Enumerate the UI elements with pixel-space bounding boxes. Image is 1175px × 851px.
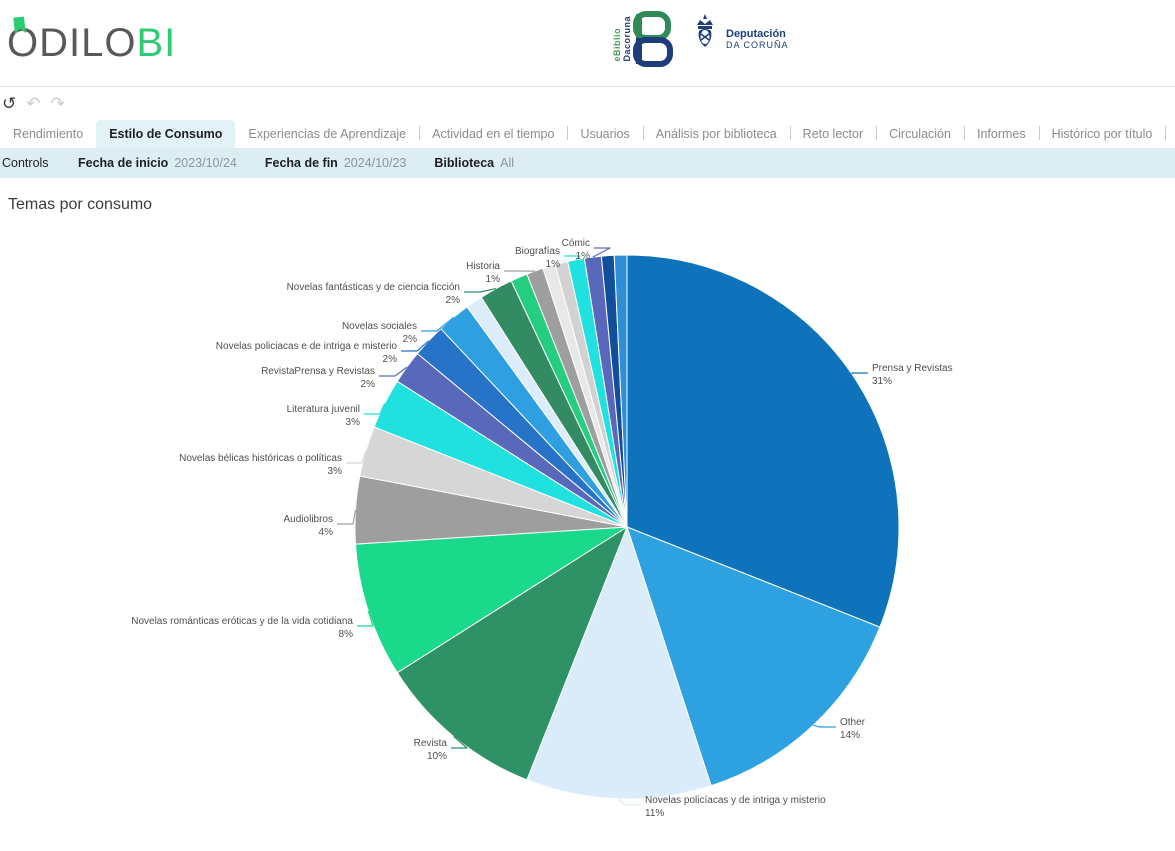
control-field-label: Fecha de inicio xyxy=(78,156,168,170)
slice-pct-label: 31% xyxy=(872,376,892,387)
tab-reto-lector[interactable]: Reto lector xyxy=(790,120,876,148)
slice-label: Novelas policíacas y de intriga y mister… xyxy=(645,795,826,806)
label-connector xyxy=(619,799,642,805)
slice-pct-label: 3% xyxy=(328,466,343,477)
dacoruna-label: Dacoruna xyxy=(622,16,632,62)
tab-informes[interactable]: Informes xyxy=(964,120,1039,148)
odilo-bi-logo: ODILOBI xyxy=(7,20,176,66)
control-field-fecha-de-fin[interactable]: Fecha de fin 2024/10/23 xyxy=(265,156,407,170)
slice-label: Novelas policiacas e de intriga e mister… xyxy=(216,341,398,352)
deputacion-logo: Deputación DA CORUÑA xyxy=(690,13,789,65)
app-header: ODILOBI eBiblio Dacoruna xyxy=(0,0,1175,87)
tab-hist-rico-por-t-tulo[interactable]: Histórico por título xyxy=(1039,120,1166,148)
control-field-value[interactable]: 2023/10/24 xyxy=(174,156,237,170)
slice-pct-label: 2% xyxy=(446,295,461,306)
slice-pct-label: 1% xyxy=(576,251,591,262)
tab-usuarios[interactable]: Usuarios xyxy=(567,120,642,148)
tab-estilo-de-consumo[interactable]: Estilo de Consumo xyxy=(96,120,235,148)
report-content: Temas por consumo Prensa y Revistas 31% Ot… xyxy=(0,178,1175,839)
partner-logos: eBiblio Dacoruna Deputación DA COR xyxy=(612,10,789,68)
ebiblio-b-icon xyxy=(632,10,676,68)
dacoruna-caps-label: DA CORUÑA xyxy=(726,40,789,51)
controls-title: Controls xyxy=(0,156,78,170)
slice-pct-label: 4% xyxy=(319,527,334,538)
undo-icon[interactable]: ↶ xyxy=(26,95,40,112)
deputacion-label: Deputación xyxy=(726,28,789,40)
control-field-biblioteca[interactable]: Biblioteca All xyxy=(434,156,514,170)
slice-pct-label: 8% xyxy=(339,629,354,640)
label-connector xyxy=(346,451,366,463)
slice-label: RevistaPrensa y Revistas xyxy=(261,366,375,377)
chart-title: Temas por consumo xyxy=(0,178,1175,214)
slice-label: Prensa y Revistas xyxy=(872,363,953,374)
label-connector xyxy=(852,373,868,374)
slice-pct-label: 1% xyxy=(486,274,501,285)
refresh-icon[interactable]: ↺ xyxy=(2,95,16,112)
slice-label: Novelas románticas eróticas y de la vida… xyxy=(131,616,353,627)
control-field-label: Fecha de fin xyxy=(265,156,338,170)
pie-chart: Prensa y Revistas 31% Other 14% Novelas poli… xyxy=(0,218,1175,839)
slice-pct-label: 2% xyxy=(383,354,398,365)
deputacion-crest-icon xyxy=(690,13,720,65)
control-field-fecha-de-inicio[interactable]: Fecha de inicio 2023/10/24 xyxy=(78,156,237,170)
tab-rendimiento[interactable]: Rendimiento xyxy=(0,120,96,148)
control-field-value[interactable]: 2024/10/23 xyxy=(344,156,407,170)
slice-label: Other xyxy=(840,717,866,728)
tab-bar: RendimientoEstilo de ConsumoExperiencias… xyxy=(0,120,1175,148)
slice-label: Cómic xyxy=(562,238,590,249)
ebiblio-logo: eBiblio Dacoruna xyxy=(612,10,676,68)
slice-label: Audiolibros xyxy=(284,514,333,525)
tab-an-lisis-por-biblioteca[interactable]: Análisis por biblioteca xyxy=(643,120,790,148)
label-connector xyxy=(337,510,356,524)
slice-label: Revista xyxy=(414,738,448,749)
control-field-label: Biblioteca xyxy=(434,156,494,170)
slice-label: Novelas bélicas históricas o políticas xyxy=(179,453,342,464)
slice-pct-label: 14% xyxy=(840,730,860,741)
slice-label: Biografías xyxy=(515,246,560,257)
slice-pct-label: 11% xyxy=(645,808,664,819)
ebiblio-label: eBiblio xyxy=(612,16,622,62)
logo-accent-text: BI xyxy=(136,21,176,65)
slice-label: Novelas sociales xyxy=(342,321,417,332)
logo-main-text: ODILO xyxy=(7,21,136,65)
toolbar: ↺ ↶ ↷ xyxy=(0,87,1175,120)
slice-label: Literatura juvenil xyxy=(287,404,360,415)
controls-bar: Controls Fecha de inicio2023/10/24Fecha … xyxy=(0,148,1175,178)
label-connector xyxy=(813,725,836,727)
tab-actividad-en-el-tiempo[interactable]: Actividad en el tiempo xyxy=(419,120,567,148)
redo-icon[interactable]: ↷ xyxy=(51,95,65,112)
slice-label: Novelas fantásticas y de ciencia ficción xyxy=(287,282,460,293)
tab-hist-rico-por-centro[interactable]: Histórico por centro xyxy=(1165,120,1175,148)
tab-experiencias-de-aprendizaje[interactable]: Experiencias de Aprendizaje xyxy=(235,120,419,148)
tab-circulaci-n[interactable]: Circulación xyxy=(876,120,964,148)
slice-label: Historia xyxy=(466,261,500,272)
slice-pct-label: 10% xyxy=(427,751,447,762)
slice-pct-label: 2% xyxy=(403,334,418,345)
slice-pct-label: 3% xyxy=(346,417,361,428)
slice-pct-label: 1% xyxy=(546,259,561,270)
slice-pct-label: 2% xyxy=(361,379,376,390)
control-field-value[interactable]: All xyxy=(500,156,514,170)
